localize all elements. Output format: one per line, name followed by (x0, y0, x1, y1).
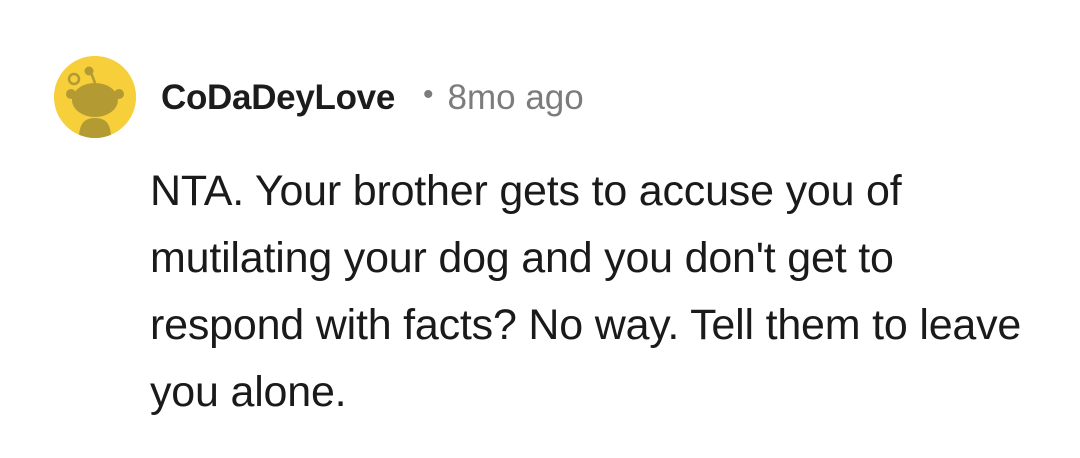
comment: CoDaDeyLove • 8mo ago NTA. Your brother … (0, 0, 1080, 458)
snoo-avatar-icon (54, 56, 136, 138)
meta-separator: • (423, 78, 434, 111)
timestamp: 8mo ago (447, 78, 584, 117)
username-link[interactable]: CoDaDeyLove (161, 78, 395, 118)
user-avatar[interactable] (54, 56, 136, 138)
comment-meta: CoDaDeyLove • 8mo ago (161, 74, 584, 122)
comment-body: NTA. Your brother gets to accuse you of … (150, 167, 1022, 416)
